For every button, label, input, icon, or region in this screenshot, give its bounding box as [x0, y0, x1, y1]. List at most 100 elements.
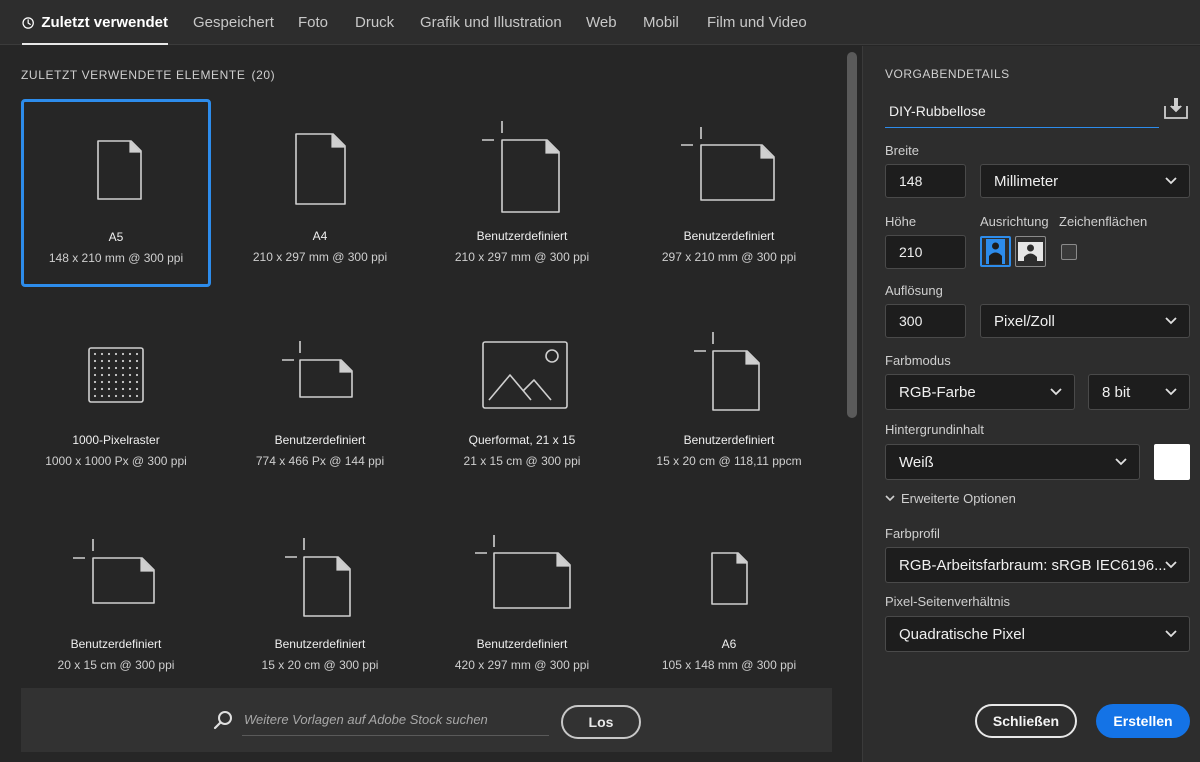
- preset-tile-custom-1[interactable]: Benutzerdefiniert 210 x 297 mm @ 300 ppi: [427, 99, 617, 287]
- advanced-options-label: Erweiterte Optionen: [901, 491, 1016, 506]
- preset-name: A5: [108, 230, 124, 244]
- portrait-orientation-button[interactable]: [980, 236, 1011, 267]
- resolution-input[interactable]: 300: [885, 304, 966, 338]
- chevron-down-icon: [1115, 458, 1127, 466]
- search-go-button[interactable]: Los: [561, 705, 641, 739]
- resolution-unit-value: Pixel/Zoll: [994, 312, 1055, 330]
- custom-portrait-doc-icon: [694, 332, 760, 411]
- tab-print[interactable]: Druck: [355, 0, 394, 45]
- pixel-aspect-label: Pixel-Seitenverhältnis: [885, 594, 1011, 609]
- create-button[interactable]: Erstellen: [1096, 704, 1190, 738]
- custom-landscape-doc-icon: [681, 127, 775, 201]
- chevron-down-icon: [1050, 388, 1062, 396]
- preset-name: Benutzerdefiniert: [274, 433, 366, 447]
- color-profile-label: Farbprofil: [885, 526, 940, 541]
- artboards-checkbox[interactable]: [1061, 244, 1077, 260]
- width-unit-select[interactable]: Millimeter: [980, 164, 1190, 198]
- chevron-down-icon: [1165, 177, 1177, 185]
- preset-name: Benutzerdefiniert: [683, 229, 775, 243]
- portrait-doc-icon: [97, 140, 142, 200]
- preset-meta: 1000 x 1000 Px @ 300 ppi: [45, 454, 187, 468]
- preset-tile-custom-5[interactable]: Benutzerdefiniert 20 x 15 cm @ 300 ppi: [21, 507, 211, 695]
- pixel-aspect-value: Quadratische Pixel: [899, 625, 1025, 643]
- chevron-down-icon: [1165, 561, 1177, 569]
- preset-name: Querformat, 21 x 15: [468, 433, 576, 447]
- preset-name: A6: [721, 637, 737, 651]
- preset-tile-landscape-21x15[interactable]: Querformat, 21 x 15 21 x 15 cm @ 300 ppi: [427, 303, 617, 491]
- landscape-orientation-button[interactable]: [1015, 236, 1046, 267]
- tab-photo[interactable]: Foto: [298, 0, 328, 45]
- tab-web-label: Web: [586, 14, 617, 31]
- color-profile-value: RGB-Arbeitsfarbraum: sRGB IEC6196...: [899, 556, 1167, 574]
- tab-art-illustration[interactable]: Grafik und Illustration: [420, 0, 562, 45]
- color-mode-select[interactable]: RGB-Farbe: [885, 374, 1075, 410]
- preset-meta: 148 x 210 mm @ 300 ppi: [48, 251, 184, 265]
- tab-print-label: Druck: [355, 14, 395, 31]
- tab-art-illustration-label: Grafik und Illustration: [420, 14, 562, 31]
- scrollbar-thumb[interactable]: [847, 52, 857, 418]
- preset-meta: 20 x 15 cm @ 300 ppi: [57, 658, 175, 672]
- height-input[interactable]: 210: [885, 235, 966, 269]
- custom-portrait-doc-icon: [285, 538, 351, 617]
- advanced-options-toggle[interactable]: Erweiterte Optionen: [885, 491, 1016, 506]
- landscape-person-icon: [1018, 242, 1043, 261]
- preset-meta: 420 x 297 mm @ 300 ppi: [454, 658, 590, 672]
- tab-saved[interactable]: Gespeichert: [193, 0, 274, 45]
- close-button[interactable]: Schließen: [975, 704, 1077, 738]
- preset-name-input[interactable]: [885, 94, 1159, 128]
- tab-mobile[interactable]: Mobil: [643, 0, 679, 45]
- preset-meta: 774 x 466 Px @ 144 ppi: [255, 454, 385, 468]
- tab-recent-label: Zuletzt verwendet: [41, 14, 168, 31]
- tab-film-video-label: Film und Video: [707, 14, 807, 31]
- pixel-grid-icon: [88, 347, 144, 403]
- height-label: Höhe: [885, 214, 917, 229]
- preset-tile-custom-3[interactable]: Benutzerdefiniert 774 x 466 Px @ 144 ppi: [225, 303, 415, 491]
- search-icon: [213, 711, 232, 730]
- resolution-unit-select[interactable]: Pixel/Zoll: [980, 304, 1190, 338]
- preset-name: A4: [312, 229, 328, 243]
- tab-bar: Zuletzt verwendet Gespeichert Foto Druck…: [0, 0, 1200, 45]
- background-select[interactable]: Weiß: [885, 444, 1140, 480]
- preset-tile-pixel-grid[interactable]: 1000-Pixelraster 1000 x 1000 Px @ 300 pp…: [21, 303, 211, 491]
- preset-tile-custom-2[interactable]: Benutzerdefiniert 297 x 210 mm @ 300 ppi: [634, 99, 824, 287]
- preset-tile-custom-7[interactable]: Benutzerdefiniert 420 x 297 mm @ 300 ppi: [427, 507, 617, 695]
- stock-search-input[interactable]: [242, 704, 549, 736]
- preset-meta: 210 x 297 mm @ 300 ppi: [454, 250, 590, 264]
- preset-meta: 15 x 20 cm @ 300 ppi: [261, 658, 379, 672]
- color-mode-value: RGB-Farbe: [899, 383, 976, 401]
- chevron-down-icon: [1165, 630, 1177, 638]
- custom-portrait-doc-icon: [482, 121, 560, 213]
- custom-landscape-doc-icon: [282, 341, 353, 398]
- custom-landscape-doc-icon: [73, 539, 155, 604]
- bit-depth-select[interactable]: 8 bit: [1088, 374, 1190, 410]
- save-preset-icon[interactable]: [1163, 96, 1189, 120]
- section-title-text: ZULETZT VERWENDETE ELEMENTE: [21, 68, 246, 82]
- stock-search-bar: Los: [21, 688, 832, 752]
- tab-recent[interactable]: Zuletzt verwendet: [22, 0, 168, 45]
- width-input[interactable]: 148: [885, 164, 966, 198]
- chevron-down-icon: [885, 495, 895, 502]
- color-profile-select[interactable]: RGB-Arbeitsfarbraum: sRGB IEC6196...: [885, 547, 1190, 583]
- preset-tile-a6[interactable]: A6 105 x 148 mm @ 300 ppi: [634, 507, 824, 695]
- chevron-down-icon: [1165, 317, 1177, 325]
- custom-landscape-doc-icon: [475, 535, 571, 609]
- preset-name: Benutzerdefiniert: [70, 637, 162, 651]
- pixel-aspect-select[interactable]: Quadratische Pixel: [885, 616, 1190, 652]
- tab-web[interactable]: Web: [586, 0, 617, 45]
- panel-heading: VORGABENDETAILS: [885, 67, 1010, 81]
- preset-name: Benutzerdefiniert: [683, 433, 775, 447]
- preset-tile-a5[interactable]: A5 148 x 210 mm @ 300 ppi: [21, 99, 211, 287]
- orientation-label: Ausrichtung: [980, 214, 1049, 229]
- tab-saved-label: Gespeichert: [193, 14, 274, 31]
- preset-tile-custom-4[interactable]: Benutzerdefiniert 15 x 20 cm @ 118,11 pp…: [634, 303, 824, 491]
- preset-tile-custom-6[interactable]: Benutzerdefiniert 15 x 20 cm @ 300 ppi: [225, 507, 415, 695]
- preset-name: Benutzerdefiniert: [274, 637, 366, 651]
- section-title: ZULETZT VERWENDETE ELEMENTE (20): [21, 68, 275, 82]
- preset-name: Benutzerdefiniert: [476, 229, 568, 243]
- preset-tile-a4[interactable]: A4 210 x 297 mm @ 300 ppi: [225, 99, 415, 287]
- preset-meta: 15 x 20 cm @ 118,11 ppcm: [656, 454, 802, 468]
- portrait-person-icon: [986, 239, 1005, 264]
- preset-meta: 297 x 210 mm @ 300 ppi: [661, 250, 797, 264]
- background-color-swatch[interactable]: [1154, 444, 1190, 480]
- tab-film-video[interactable]: Film und Video: [707, 0, 807, 45]
